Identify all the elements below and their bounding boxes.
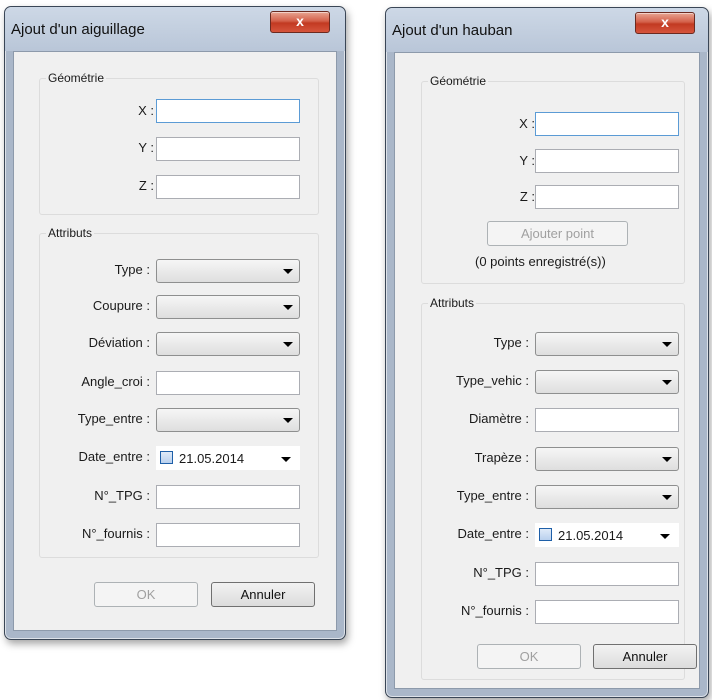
chevron-down-icon[interactable] [281,457,291,462]
angle-croi-input[interactable] [156,371,300,395]
ok-button[interactable]: OK [477,644,581,669]
date-value: 21.05.2014 [179,451,245,466]
trapeze-label: Trapèze : [474,450,529,465]
x-input[interactable] [156,99,300,123]
close-icon: x [296,13,304,29]
date-entre-label: Date_entre : [457,526,529,541]
trapeze-combo[interactable] [535,447,679,471]
deviation-combo[interactable] [156,332,300,356]
y-label: Y : [519,153,535,168]
close-button[interactable]: x [270,11,330,33]
x-label: X : [138,103,154,118]
cancel-button[interactable]: Annuler [211,582,315,607]
z-input[interactable] [535,185,679,209]
close-icon: x [661,14,669,30]
geometry-legend: Géométrie [48,71,105,85]
attributes-legend: Attributs [48,226,93,240]
chevron-down-icon [283,342,293,347]
y-label: Y : [138,140,154,155]
add-point-button[interactable]: Ajouter point [487,221,628,246]
diametre-label: Diamètre : [469,411,529,426]
type-vehic-label: Type_vehic : [456,373,529,388]
chevron-down-icon [662,457,672,462]
cancel-button[interactable]: Annuler [593,644,697,669]
n-fournis-input[interactable] [535,600,679,624]
n-fournis-label: N°_fournis : [81,526,150,541]
chevron-down-icon[interactable] [660,534,670,539]
geometry-group: Géométrie [421,74,685,284]
ok-button[interactable]: OK [94,582,198,607]
chevron-down-icon [283,305,293,310]
n-fournis-input[interactable] [156,523,300,547]
type-label: Type : [493,335,529,350]
type-combo[interactable] [535,332,679,356]
type-label: Type : [114,262,150,277]
chevron-down-icon [283,269,293,274]
close-button[interactable]: x [635,12,695,34]
deviation-label: Déviation : [88,335,150,350]
chevron-down-icon [662,342,672,347]
n-tpg-label: N°_TPG : [473,565,529,580]
date-entre-picker[interactable]: 21.05.2014 [156,446,300,470]
chevron-down-icon [662,380,672,385]
dialog-title: Ajout d'un aiguillage [11,21,145,38]
date-value: 21.05.2014 [558,528,624,543]
type-vehic-combo[interactable] [535,370,679,394]
date-entre-picker[interactable]: 21.05.2014 [535,523,679,547]
date-entre-label: Date_entre : [78,449,150,464]
x-input[interactable] [535,112,679,136]
chevron-down-icon [283,418,293,423]
coupure-combo[interactable] [156,295,300,319]
chevron-down-icon [662,495,672,500]
dialog-body: Géométrie X : Y : Z : Attributs Type : C… [13,51,337,631]
coupure-label: Coupure : [92,298,150,313]
diametre-input[interactable] [535,408,679,432]
angle-croi-label: Angle_croi : [81,374,150,389]
y-input[interactable] [156,137,300,161]
z-label: Z : [519,189,535,204]
title-bar[interactable]: Ajout d'un hauban x [386,8,708,52]
dialog-ajout-hauban: Ajout d'un hauban x Géométrie X : Y : Z … [385,7,709,698]
type-entre-label: Type_entre : [456,488,529,503]
dialog-ajout-aiguillage: Ajout d'un aiguillage x Géométrie X : Y … [4,6,346,640]
n-fournis-label: N°_fournis : [460,603,529,618]
type-combo[interactable] [156,259,300,283]
n-tpg-label: N°_TPG : [94,488,150,503]
z-input[interactable] [156,175,300,199]
z-label: Z : [138,178,154,193]
n-tpg-input[interactable] [156,485,300,509]
title-bar[interactable]: Ajout d'un aiguillage x [5,7,345,51]
type-entre-label: Type_entre : [77,411,150,426]
type-entre-combo[interactable] [535,485,679,509]
date-checkbox[interactable] [160,451,173,464]
y-input[interactable] [535,149,679,173]
type-entre-combo[interactable] [156,408,300,432]
attributes-legend: Attributs [430,296,475,310]
x-label: X : [519,116,535,131]
dialog-title: Ajout d'un hauban [392,22,513,39]
n-tpg-input[interactable] [535,562,679,586]
date-checkbox[interactable] [539,528,552,541]
points-count-text: (0 points enregistré(s)) [475,254,606,269]
dialog-body: Géométrie X : Y : Z : Ajouter point (0 p… [394,52,700,689]
geometry-legend: Géométrie [430,74,487,88]
